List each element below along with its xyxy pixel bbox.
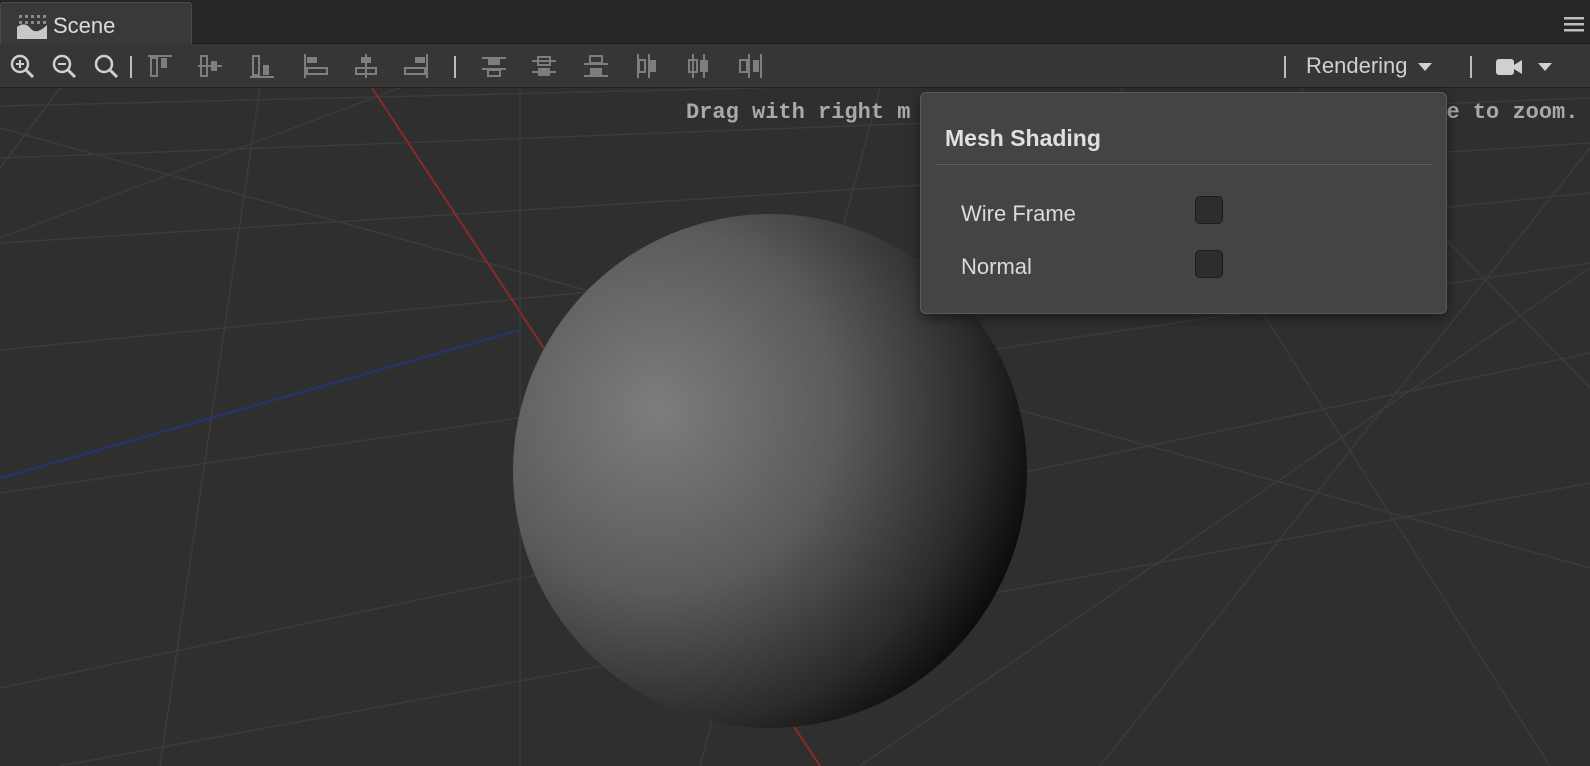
chevron-down-icon xyxy=(1417,63,1432,72)
toolbar-separator xyxy=(454,56,456,78)
align-right-icon[interactable] xyxy=(402,52,430,80)
align-vertical-center-icon[interactable] xyxy=(196,52,224,80)
scene-icon xyxy=(17,15,47,39)
normal-checkbox[interactable] xyxy=(1195,250,1223,278)
tab-bar: Scene xyxy=(0,0,1590,44)
align-bottom-icon[interactable] xyxy=(248,52,276,80)
zoom-out-icon[interactable] xyxy=(50,52,78,80)
scene-toolbar: Rendering xyxy=(0,44,1590,88)
distribute-horizontal-center-icon[interactable] xyxy=(684,52,712,80)
zoom-in-icon[interactable] xyxy=(8,52,36,80)
align-horizontal-center-icon[interactable] xyxy=(352,52,380,80)
normal-label: Normal xyxy=(961,254,1032,279)
toolbar-separator xyxy=(1470,56,1472,78)
distribute-left-icon[interactable] xyxy=(634,52,662,80)
toolbar-separator xyxy=(130,56,132,78)
distribute-bottom-icon[interactable] xyxy=(582,52,610,80)
distribute-vertical-center-icon[interactable] xyxy=(530,52,558,80)
wire-frame-checkbox[interactable] xyxy=(1195,196,1223,224)
mesh-shading-popup: Mesh Shading Wire Frame Normal xyxy=(920,92,1447,314)
tab-label: Scene xyxy=(53,13,116,38)
popup-divider xyxy=(935,164,1432,165)
align-left-icon[interactable] xyxy=(302,52,330,80)
tab-scene[interactable]: Scene xyxy=(0,2,192,44)
distribute-top-icon[interactable] xyxy=(480,52,508,80)
popup-title: Mesh Shading xyxy=(945,125,1101,151)
camera-icon[interactable] xyxy=(1494,56,1558,78)
distribute-right-icon[interactable] xyxy=(736,52,764,80)
wire-frame-label: Wire Frame xyxy=(961,201,1076,226)
rendering-dropdown[interactable]: Rendering xyxy=(1306,52,1432,80)
align-top-icon[interactable] xyxy=(146,52,174,80)
toolbar-separator xyxy=(1284,56,1286,78)
zoom-reset-icon[interactable] xyxy=(92,52,120,80)
hamburger-menu-icon[interactable] xyxy=(1562,14,1588,34)
rendering-label: Rendering xyxy=(1306,53,1408,78)
